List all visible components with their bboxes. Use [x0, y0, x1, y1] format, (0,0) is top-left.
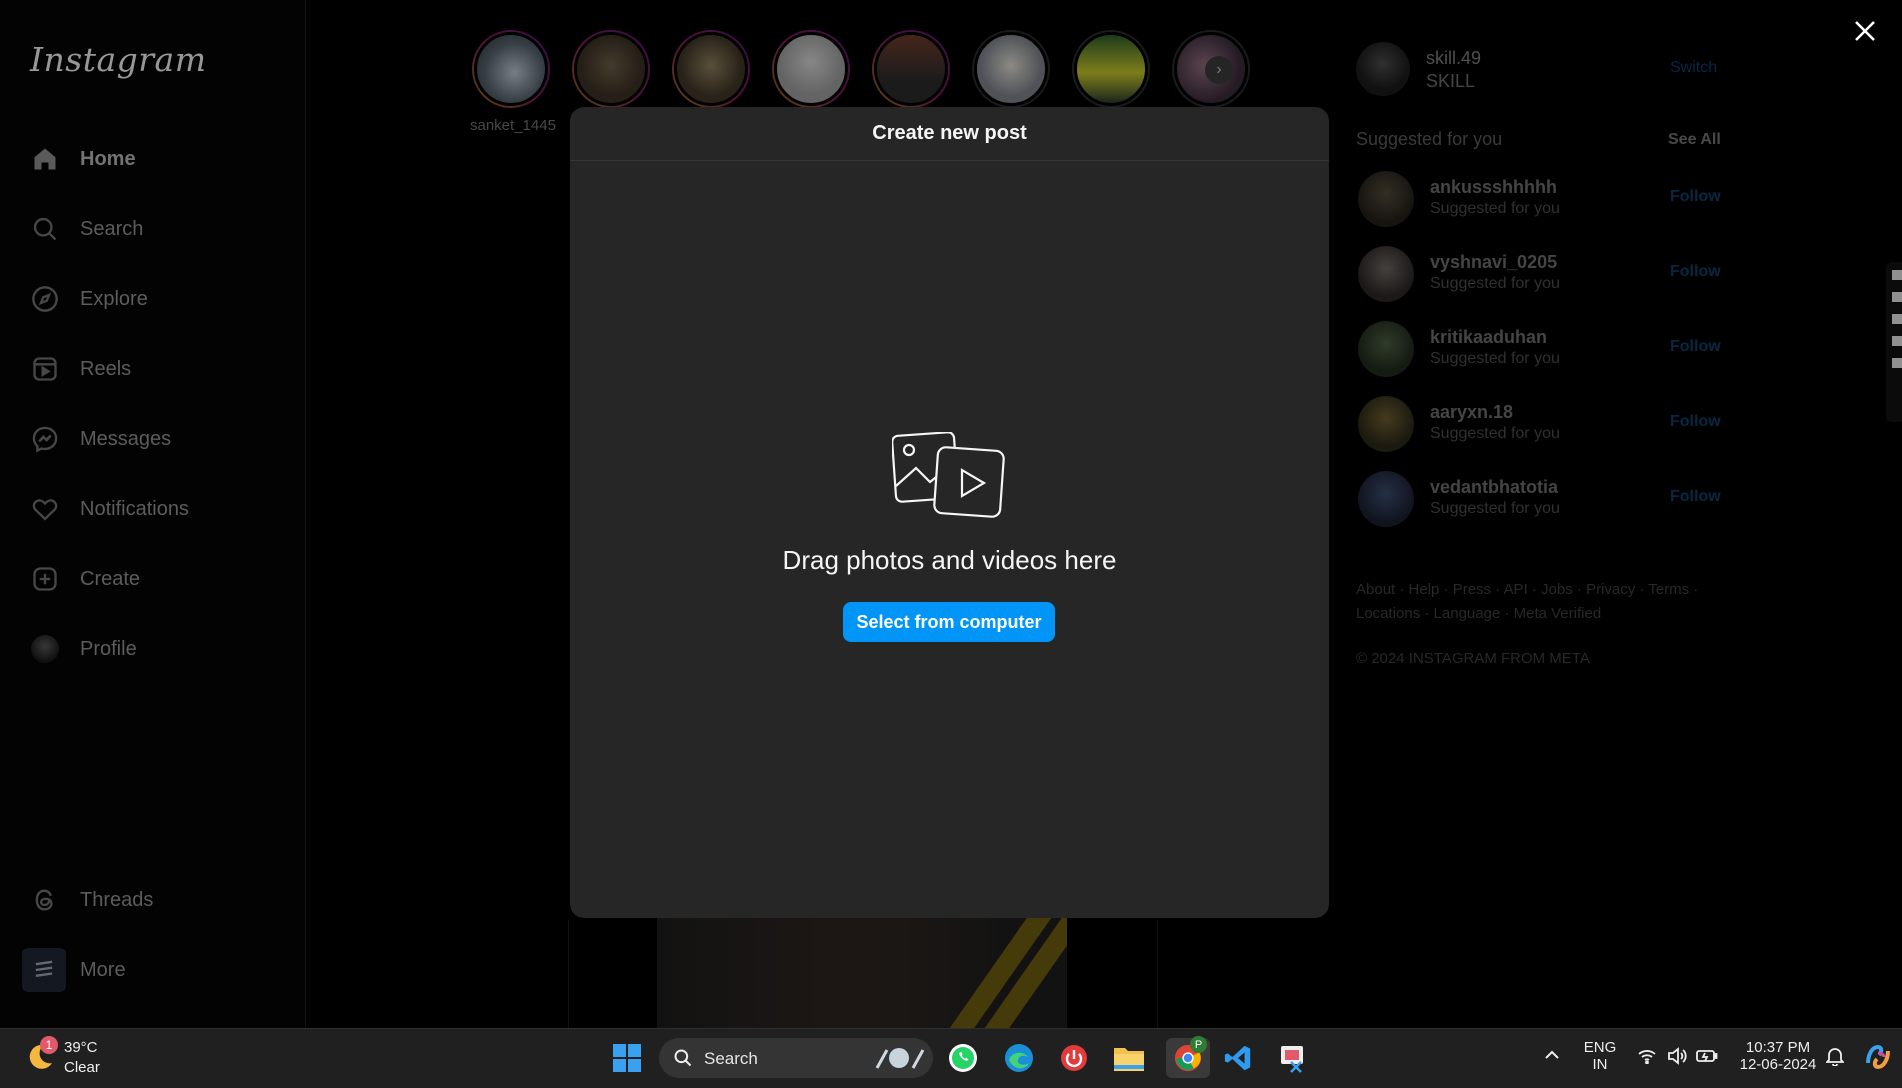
- chevron-up-icon[interactable]: [1544, 1047, 1560, 1068]
- dialog-title: Create new post: [570, 107, 1329, 161]
- app-red-icon[interactable]: [1057, 1041, 1091, 1075]
- select-from-computer-button[interactable]: Select from computer: [843, 602, 1055, 642]
- snipping-tool-icon[interactable]: [1276, 1041, 1310, 1075]
- search-icon: [673, 1048, 693, 1073]
- language-code: ENG: [1583, 1039, 1617, 1056]
- close-icon[interactable]: [1850, 16, 1880, 46]
- windows-start-icon[interactable]: [610, 1041, 644, 1075]
- language-indicator[interactable]: ENG IN: [1582, 1039, 1618, 1073]
- volume-icon[interactable]: [1667, 1047, 1687, 1070]
- instagram-app: Instagram Home Search Explore Reels Mess…: [0, 0, 1902, 1028]
- chrome-icon[interactable]: P: [1166, 1036, 1210, 1078]
- vscode-icon[interactable]: [1221, 1041, 1255, 1075]
- taskbar-search[interactable]: Search: [659, 1038, 933, 1078]
- taskbar-search-label: Search: [704, 1049, 758, 1068]
- weather-temperature[interactable]: 39°C: [64, 1039, 98, 1056]
- notification-badge: 1: [40, 1036, 58, 1054]
- bell-icon[interactable]: [1824, 1046, 1846, 1071]
- search-highlight-icon: [871, 1044, 927, 1072]
- taskbar: 1 39°C Clear Search P ENG IN 10:37 PM 12…: [0, 1028, 1902, 1088]
- create-post-dialog: Create new post Drag photos and videos h…: [570, 107, 1329, 918]
- battery-icon[interactable]: [1696, 1048, 1718, 1069]
- clock[interactable]: 10:37 PM 12-06-2024: [1730, 1039, 1826, 1073]
- chrome-profile-badge: P: [1190, 1036, 1207, 1053]
- file-explorer-icon[interactable]: [1112, 1041, 1146, 1075]
- region-code: IN: [1592, 1056, 1608, 1073]
- photo-video-icon: [891, 431, 1008, 527]
- weather-condition[interactable]: Clear: [64, 1059, 100, 1076]
- drag-drop-prompt: Drag photos and videos here: [782, 545, 1117, 575]
- copilot-icon[interactable]: [1864, 1043, 1892, 1076]
- wifi-icon[interactable]: [1638, 1048, 1656, 1069]
- edge-icon[interactable]: [1002, 1041, 1036, 1075]
- clock-date: 12-06-2024: [1739, 1056, 1817, 1073]
- whatsapp-icon[interactable]: [946, 1041, 980, 1075]
- clock-time: 10:37 PM: [1745, 1039, 1811, 1056]
